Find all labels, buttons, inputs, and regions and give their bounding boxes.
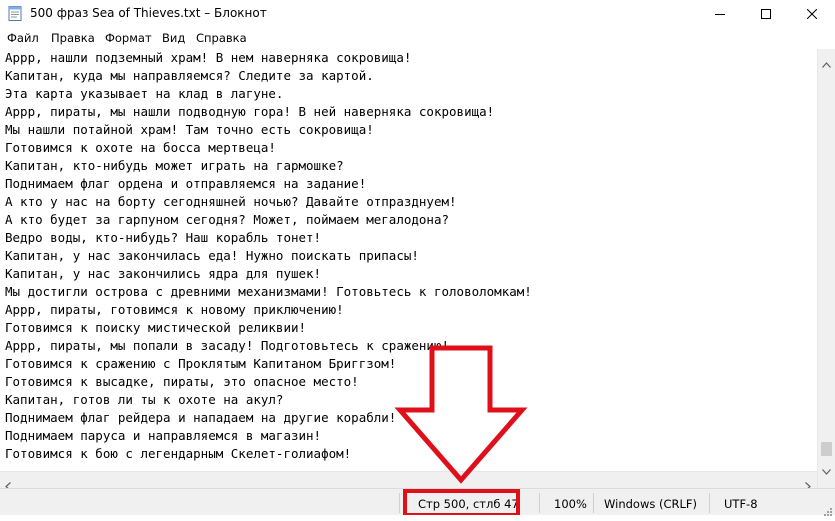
maximize-button[interactable]	[743, 0, 789, 27]
scrollbar-thumb[interactable]	[821, 442, 832, 456]
text-line: Готовимся к охоте на босса мертвеца!	[5, 140, 276, 155]
text-line: Аррр, пираты, мы нашли подводную гора! В…	[5, 104, 495, 119]
menu-help[interactable]: Справка	[196, 31, 247, 45]
text-line: Поднимаем паруса и направляемся в магази…	[5, 428, 322, 443]
text-line: Аррр, нашли подземный храм! В нем наверн…	[5, 50, 412, 65]
scroll-down-icon[interactable]	[822, 460, 831, 479]
encoding: UTF-8	[724, 497, 758, 511]
text-editor[interactable]: Аррр, нашли подземный храм! В нем наверн…	[0, 49, 817, 488]
text-line: Готовимся к сражению с Проклятым Капитан…	[5, 356, 397, 371]
text-line: Капитан, у нас закончились ядра для пуше…	[5, 266, 322, 281]
status-divider	[709, 493, 710, 513]
menu-bar: Файл Правка Формат Вид Справка	[0, 27, 835, 49]
text-line: Готовимся к поиску мистической реликвии!	[5, 320, 307, 335]
text-line: Капитан, у нас закончилась еда! Нужно по…	[5, 248, 419, 263]
menu-format[interactable]: Формат	[105, 31, 152, 45]
maximize-icon	[761, 4, 771, 23]
resize-grip-icon[interactable]	[822, 502, 833, 521]
text-line: Аррр, пираты, мы попали в засаду! Подгот…	[5, 338, 450, 353]
status-divider	[593, 493, 594, 513]
text-line: Ведро воды, кто-нибудь? Наш корабль тоне…	[5, 230, 322, 245]
horizontal-scrollbar[interactable]	[0, 471, 817, 491]
text-line: Поднимаем флаг рейдера и нападаем на дру…	[5, 410, 397, 425]
status-divider	[539, 493, 540, 513]
text-line: Аррр, пираты, готовимся к новому приключ…	[5, 302, 344, 317]
text-line: А кто будет за гарпуном сегодня? Может, …	[5, 212, 450, 227]
status-bar: Стр 500, стлб 47 100% Windows (CRLF) UTF…	[0, 488, 835, 516]
text-line: Мы достигли острова с древними механизма…	[5, 284, 532, 299]
zoom-level: 100%	[554, 497, 587, 511]
text-line: Капитан, кто-нибудь может играть на гарм…	[5, 158, 344, 173]
minimize-icon	[715, 4, 725, 23]
line-ending: Windows (CRLF)	[604, 497, 698, 511]
text-line: Готовимся к бою с легендарным Скелет-гол…	[5, 446, 352, 461]
menu-file[interactable]: Файл	[7, 31, 39, 45]
status-divider	[399, 493, 400, 513]
text-line: Капитан, готов ли ты к охоте на акул?	[5, 392, 284, 407]
notepad-icon	[8, 5, 22, 21]
text-line: Эта карта указывает на клад в лагуне.	[5, 86, 284, 101]
close-button[interactable]	[789, 0, 835, 27]
text-line: Мы нашли потайной храм! Там точно есть с…	[5, 122, 374, 137]
vertical-scrollbar[interactable]	[817, 49, 835, 488]
text-line: Поднимаем флаг ордена и отправляемся на …	[5, 176, 367, 191]
cursor-position: Стр 500, стлб 47	[418, 497, 519, 511]
text-line: Готовимся к высадке, пираты, это опасное…	[5, 374, 359, 389]
menu-edit[interactable]: Правка	[51, 31, 95, 45]
text-line: А кто у нас на борту сегодняшней ночью? …	[5, 194, 457, 209]
scroll-up-icon[interactable]	[822, 53, 831, 72]
window-title: 500 фраз Sea of Thieves.txt – Блокнот	[30, 6, 267, 20]
minimize-button[interactable]	[697, 0, 743, 27]
menu-view[interactable]: Вид	[162, 31, 185, 45]
title-bar[interactable]: 500 фраз Sea of Thieves.txt – Блокнот	[0, 0, 835, 27]
close-icon	[806, 4, 818, 23]
text-line: Капитан, куда мы направляемся? Следите з…	[5, 68, 374, 83]
